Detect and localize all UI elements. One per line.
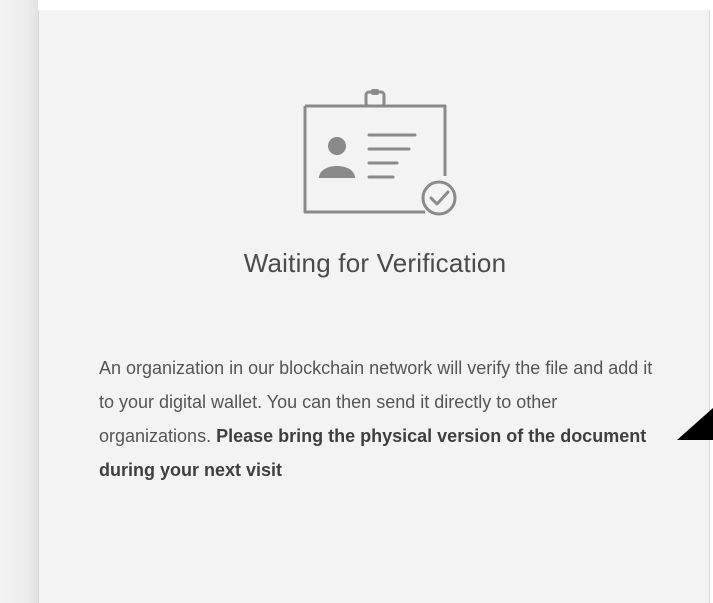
- panel-title: Waiting for Verification: [243, 248, 507, 278]
- panel-description: An organization in our blockchain networ…: [99, 351, 659, 487]
- id-card-verified-icon: [297, 88, 457, 218]
- cursor-pointer-icon: [677, 408, 713, 444]
- left-gutter: [0, 0, 38, 603]
- verification-panel: Waiting for Verification An organization…: [38, 10, 710, 603]
